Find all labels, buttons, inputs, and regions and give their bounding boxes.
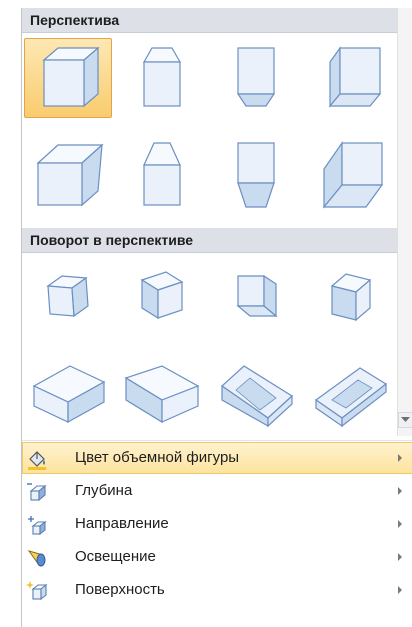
menu-item-label: Поверхность: [75, 581, 165, 598]
preset-perspective-3[interactable]: [212, 38, 300, 118]
menu-item-label: Глубина: [75, 482, 133, 499]
menu-item-label: Направление: [75, 515, 169, 532]
3d-effects-menu: Перспектива Поворот в перспективе Цвет о…: [21, 8, 412, 627]
preset-rotation-5[interactable]: [24, 352, 112, 432]
menu-item-label: Освещение: [75, 548, 156, 565]
rotation-gallery: [22, 254, 396, 436]
menu-item-depth[interactable]: Глубина: [22, 475, 412, 507]
direction-icon: [28, 516, 47, 536]
preset-rotation-4[interactable]: [306, 258, 394, 338]
perspective-section-header: Перспектива: [22, 8, 412, 33]
depth-icon: [27, 483, 47, 502]
lighting-icon: [27, 550, 46, 567]
preset-rotation-8[interactable]: [306, 352, 394, 432]
submenu-arrow-icon: [398, 454, 402, 462]
menu-item-lighting[interactable]: Освещение: [22, 541, 412, 573]
menu-divider: [22, 440, 412, 441]
preset-perspective-6[interactable]: [118, 135, 206, 215]
gallery-scroll-down-button[interactable]: [398, 412, 412, 428]
preset-perspective-1[interactable]: [24, 38, 112, 118]
perspective-gallery: [22, 35, 396, 225]
gallery-scrollbar[interactable]: [397, 8, 412, 436]
submenu-arrow-icon: [398, 487, 402, 495]
preset-perspective-5[interactable]: [24, 135, 112, 215]
preset-perspective-8[interactable]: [306, 135, 394, 215]
rotation-section-header: Поворот в перспективе: [22, 228, 412, 253]
submenu-arrow-icon: [398, 520, 402, 528]
rotation-section-title: Поворот в перспективе: [30, 232, 194, 248]
preset-rotation-6[interactable]: [118, 352, 206, 432]
menu-item-surface[interactable]: Поверхность: [22, 574, 412, 606]
chevron-down-icon: [401, 417, 410, 422]
menu-item-direction[interactable]: Направление: [22, 508, 412, 540]
preset-perspective-7[interactable]: [212, 135, 300, 215]
preset-perspective-4[interactable]: [306, 38, 394, 118]
menu-item-3d-color[interactable]: Цвет объемной фигуры: [22, 442, 412, 474]
preset-rotation-2[interactable]: [118, 258, 206, 338]
preset-rotation-3[interactable]: [212, 258, 300, 338]
menu-item-label: Цвет объемной фигуры: [75, 449, 240, 466]
preset-rotation-7[interactable]: [212, 352, 300, 432]
paint-bucket-icon: [28, 451, 46, 470]
perspective-section-title: Перспектива: [30, 12, 120, 28]
submenu-arrow-icon: [398, 553, 402, 561]
preset-rotation-1[interactable]: [24, 258, 112, 338]
preset-perspective-2[interactable]: [118, 38, 206, 118]
submenu-arrow-icon: [398, 586, 402, 594]
surface-icon: [26, 581, 48, 601]
